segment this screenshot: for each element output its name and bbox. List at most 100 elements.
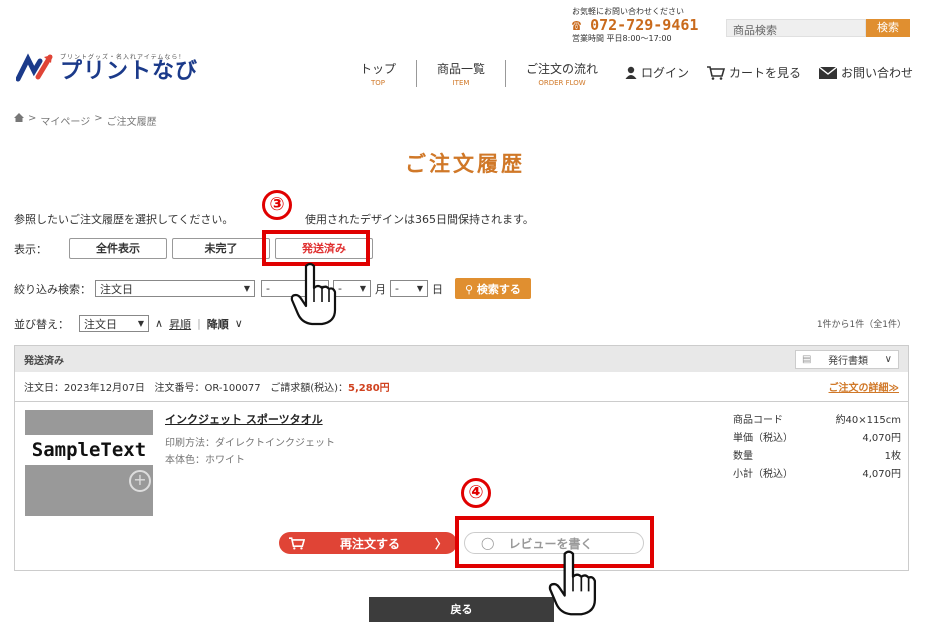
search-input[interactable]: 商品検索 bbox=[726, 19, 866, 37]
user-nav: ログイン カートを見る お問い合わせ bbox=[625, 64, 913, 81]
order-number-label: 注文番号： bbox=[154, 383, 205, 394]
product-search: 商品検索 検索 bbox=[726, 19, 910, 37]
document-select[interactable]: ▤ 発行書類 ∨ bbox=[795, 349, 899, 369]
site-logo[interactable]: プリントグッズ・名入れアイテムなら！ プリントなび bbox=[15, 52, 199, 84]
month-value: - bbox=[338, 282, 342, 295]
day-select[interactable]: - ▼ bbox=[390, 280, 428, 297]
logo-name: プリントなび bbox=[60, 59, 199, 84]
filter-label: 表示： bbox=[14, 242, 47, 256]
chevron-down-icon: ▼ bbox=[359, 284, 366, 293]
cart-link[interactable]: カートを見る bbox=[707, 64, 801, 81]
reorder-button[interactable]: 再注文する 〉 bbox=[279, 532, 457, 554]
contact-link[interactable]: お問い合わせ bbox=[819, 64, 913, 81]
magnifier-icon: ⚲ bbox=[465, 283, 474, 296]
user-icon bbox=[625, 66, 637, 79]
nav-items[interactable]: 商品一覧 ITEM bbox=[417, 60, 507, 87]
breadcrumb-current: ご注文履歴 bbox=[106, 117, 157, 128]
order-date: 2023年12月07日 bbox=[64, 383, 145, 394]
mail-icon bbox=[819, 66, 838, 79]
product-specs: 商品コード 約40×115cm 単価（税込） 4,070円 数量 1枚 小計（税込） 4… bbox=[733, 409, 901, 481]
hand-pointer-icon bbox=[548, 550, 597, 616]
phone-number[interactable]: ☎ 072-729-9461 bbox=[572, 18, 712, 33]
document-select-value: 発行書類 bbox=[828, 355, 869, 367]
year-value: - bbox=[266, 282, 270, 295]
product-name-link[interactable]: インクジェット スポーツタオル bbox=[165, 411, 323, 427]
nav-items-label: 商品一覧 bbox=[437, 62, 486, 76]
step-4-marker: ④ bbox=[461, 478, 491, 508]
breadcrumb-separator: > bbox=[28, 113, 37, 124]
nav-order-flow-sublabel: ORDER FLOW bbox=[538, 79, 586, 87]
spec-value: 約40×115cm bbox=[835, 414, 901, 426]
search-button[interactable]: 検索 bbox=[866, 19, 910, 37]
breadcrumb-mypage[interactable]: マイページ bbox=[40, 113, 90, 128]
sort-desc-link[interactable]: 降順 bbox=[207, 316, 229, 332]
logo-icon bbox=[15, 52, 56, 83]
order-detail-link[interactable]: ご注文の詳細≫ bbox=[829, 379, 899, 394]
nav-top-sublabel: TOP bbox=[371, 79, 386, 87]
chevron-down-icon: ▼ bbox=[416, 284, 423, 293]
filter-incomplete-button[interactable]: 未完了 bbox=[172, 238, 270, 259]
spec-row: 単価（税込） 4,070円 bbox=[733, 427, 901, 445]
chevron-right-icon: 〉 bbox=[434, 536, 447, 551]
spec-value: 1枚 bbox=[884, 450, 901, 462]
page-title: ご注文履歴 bbox=[405, 152, 525, 176]
zoom-icon[interactable]: + bbox=[129, 470, 151, 492]
login-link[interactable]: ログイン bbox=[625, 64, 689, 81]
cart-icon bbox=[289, 536, 305, 550]
reorder-label: 再注文する bbox=[339, 536, 400, 551]
sort-field-value: 注文日 bbox=[84, 317, 117, 331]
narrow-search-label: 検索する bbox=[476, 283, 521, 296]
home-icon[interactable] bbox=[14, 113, 24, 128]
order-date-label: 注文日： bbox=[24, 383, 64, 394]
spec-label: 数量 bbox=[733, 450, 753, 462]
nav-order-flow-label: ご注文の流れ bbox=[526, 62, 599, 76]
step-3-marker: ③ bbox=[262, 190, 292, 220]
contact-label: お問い合わせ bbox=[841, 66, 914, 80]
back-button[interactable]: 戻る bbox=[369, 597, 554, 622]
order-amount: 5,280円 bbox=[348, 383, 390, 394]
print-method: 印刷方法：ダイレクトインクジェット bbox=[165, 438, 335, 449]
order-status-bar: 発送済み ▤ 発行書類 ∨ bbox=[15, 346, 908, 372]
spec-row: 小計（税込） 4,070円 bbox=[733, 463, 901, 481]
phone-text: 072-729-9461 bbox=[590, 16, 699, 34]
contact-info: お気軽にお問い合わせください ☎ 072-729-9461 営業時間 平日8:0… bbox=[572, 8, 712, 43]
month-unit: 月 bbox=[375, 282, 386, 296]
spec-row: 数量 1枚 bbox=[733, 445, 901, 463]
sort-field-select[interactable]: 注文日 ▼ bbox=[79, 315, 149, 332]
chevron-down-icon: ∨ bbox=[884, 353, 892, 365]
breadcrumb: > マイページ > ご注文履歴 bbox=[14, 113, 157, 128]
spec-value: 4,070円 bbox=[862, 468, 901, 480]
narrow-field-select[interactable]: 注文日 ▼ bbox=[95, 280, 255, 297]
step-3-highlight bbox=[262, 230, 370, 266]
intro-text: 参照したいご注文履歴を選択してください。 bbox=[14, 213, 234, 226]
thumbnail-sample-text: SampleText bbox=[25, 435, 153, 465]
business-hours: 営業時間 平日8:00～17:00 bbox=[572, 34, 672, 43]
chevron-down-icon: ▼ bbox=[243, 284, 250, 293]
sort-asc-link[interactable]: 昇順 bbox=[169, 316, 191, 332]
day-unit: 日 bbox=[432, 282, 443, 296]
spec-label: 小計（税込） bbox=[733, 468, 793, 480]
filter-all-button[interactable]: 全件表示 bbox=[69, 238, 167, 259]
retention-note: 使用されたデザインは365日間保持されます。 bbox=[305, 213, 534, 226]
document-icon: ▤ bbox=[802, 353, 812, 365]
nav-order-flow[interactable]: ご注文の流れ ORDER FLOW bbox=[506, 60, 618, 87]
cart-label: カートを見る bbox=[729, 66, 802, 80]
nav-items-sublabel: ITEM bbox=[452, 79, 470, 87]
chevron-up-icon: ∧ bbox=[155, 317, 164, 330]
phone-icon: ☎ bbox=[572, 16, 582, 34]
spec-label: 単価（税込） bbox=[733, 432, 793, 444]
order-summary: 注文日：2023年12月07日 注文番号：OR-100077 ご請求額(税込)：… bbox=[15, 372, 908, 402]
sort-label: 並び替え： bbox=[14, 317, 69, 331]
result-count: 1件から1件（全1件） bbox=[816, 320, 906, 330]
chevron-down-icon: ▼ bbox=[137, 319, 144, 328]
contact-note: お気軽にお問い合わせください bbox=[572, 7, 684, 16]
nav-top[interactable]: トップ TOP bbox=[340, 60, 418, 87]
hand-pointer-icon bbox=[290, 262, 337, 326]
month-select[interactable]: - ▼ bbox=[333, 280, 371, 297]
order-status: 発送済み bbox=[24, 355, 64, 367]
product-thumbnail[interactable]: SampleText + bbox=[25, 410, 153, 516]
spec-row: 商品コード 約40×115cm bbox=[733, 409, 901, 427]
chevron-down-icon: ∨ bbox=[234, 317, 243, 330]
narrow-search-button[interactable]: ⚲ 検索する bbox=[455, 278, 531, 299]
breadcrumb-separator: > bbox=[94, 113, 103, 124]
